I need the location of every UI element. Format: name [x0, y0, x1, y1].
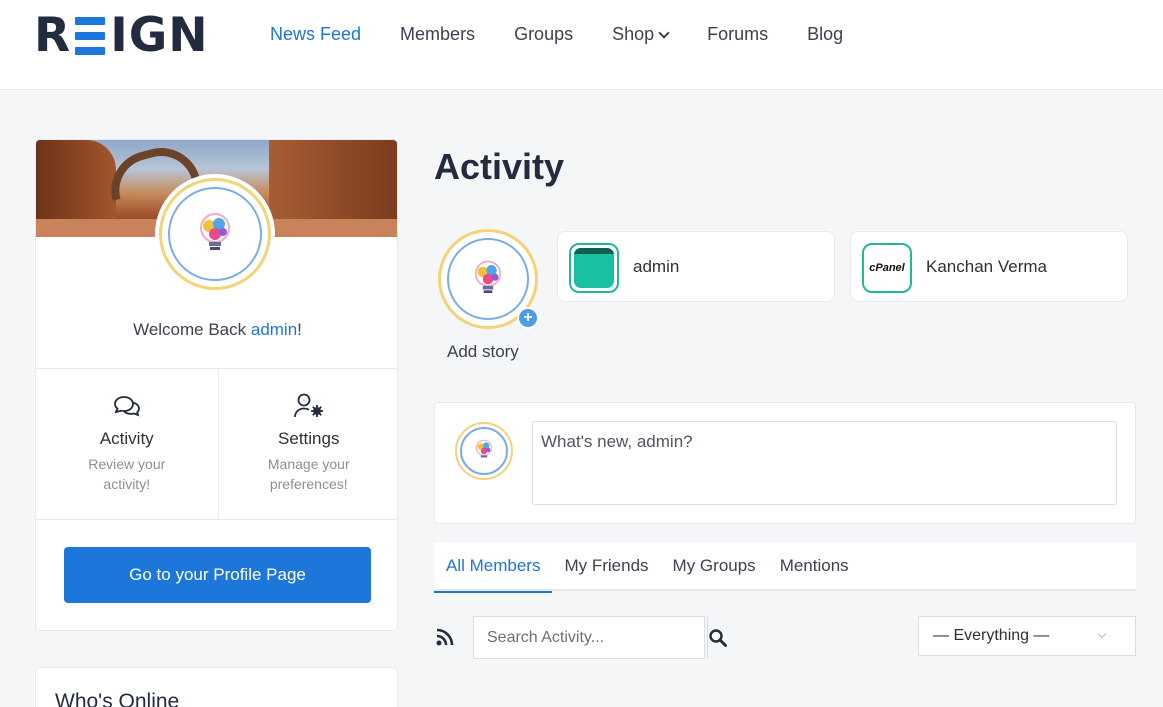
whats-new-input[interactable]: What's new, admin?	[532, 421, 1117, 505]
profile-card: Welcome Back admin! Activity Review your…	[35, 139, 398, 631]
rss-icon[interactable]	[435, 627, 455, 647]
lightbulb-icon	[474, 260, 502, 293]
story-card-kanchan-verma[interactable]: cPanel Kanchan Verma	[850, 231, 1128, 302]
welcome-message: Welcome Back admin!	[36, 320, 397, 340]
nav-forums[interactable]: Forums	[707, 24, 768, 45]
logo-e-bars	[75, 17, 106, 55]
chat-bubbles-icon	[113, 396, 140, 417]
search-button[interactable]	[707, 617, 728, 658]
shortcut-activity[interactable]: Activity Review your activity!	[36, 369, 218, 519]
profile-avatar[interactable]	[159, 178, 271, 290]
whos-online-widget: Who's Online	[35, 667, 398, 707]
tab-my-friends[interactable]: My Friends	[552, 542, 660, 591]
nav-blog[interactable]: Blog	[807, 24, 843, 45]
shortcut-settings[interactable]: Settings Manage your preferences!	[217, 369, 398, 519]
story-thumb: cPanel	[862, 243, 912, 293]
shortcut-settings-title: Settings	[278, 429, 340, 448]
lightbulb-icon	[200, 213, 230, 250]
profile-page-button[interactable]: Go to your Profile Page	[64, 547, 371, 603]
nav-shop[interactable]: Shop	[612, 24, 670, 45]
lightbulb-icon	[475, 439, 493, 458]
story-thumb	[569, 243, 619, 293]
activity-search	[473, 616, 727, 659]
chevron-down-icon	[1097, 629, 1107, 639]
story-name: admin	[633, 257, 680, 276]
add-story-plus-icon[interactable]: +	[517, 307, 539, 329]
nav-groups[interactable]: Groups	[514, 24, 573, 45]
nav-shop-label: Shop	[612, 24, 655, 44]
story-card-admin[interactable]: admin	[557, 231, 835, 302]
filter-selected-value: — Everything —	[933, 627, 1050, 644]
activity-tabs: All Members My Friends My Groups Mention…	[434, 542, 1136, 593]
post-avatar	[455, 422, 513, 480]
nav-members[interactable]: Members	[400, 24, 475, 45]
chevron-down-icon	[658, 26, 670, 39]
welcome-suffix: !	[297, 320, 302, 339]
tab-mentions[interactable]: Mentions	[768, 542, 861, 591]
welcome-username-link[interactable]: admin	[251, 320, 297, 339]
welcome-prefix: Welcome Back	[133, 320, 251, 339]
user-gear-icon	[293, 393, 323, 418]
shortcut-settings-desc: Manage your preferences!	[267, 456, 350, 492]
nav-news-feed[interactable]: News Feed	[270, 24, 361, 45]
profile-shortcuts: Activity Review your activity! Settings …	[36, 368, 398, 520]
tab-my-groups[interactable]: My Groups	[661, 542, 768, 591]
post-form: What's new, admin?	[434, 402, 1136, 524]
search-icon	[709, 628, 727, 647]
site-logo[interactable]: R IGN	[34, 12, 209, 60]
whos-online-title: Who's Online	[55, 690, 180, 707]
page-title: Activity	[434, 146, 565, 187]
main-nav: News Feed Members Groups Shop Forums Blo…	[270, 24, 882, 45]
logo-text-right: IGN	[110, 8, 209, 63]
logo-text-left: R	[34, 8, 72, 63]
tab-all-members[interactable]: All Members	[434, 542, 553, 593]
add-story-label: Add story	[447, 342, 519, 361]
cpanel-logo: cPanel	[867, 248, 907, 288]
search-activity-input[interactable]	[474, 617, 707, 658]
shortcut-activity-title: Activity	[99, 429, 154, 448]
story-name: Kanchan Verma	[926, 257, 1047, 276]
shortcut-activity-desc: Review your activity!	[88, 456, 166, 492]
activity-filter-select[interactable]: — Everything —	[918, 616, 1136, 656]
site-header: R IGN News Feed Members Groups Shop Foru…	[0, 0, 1163, 90]
